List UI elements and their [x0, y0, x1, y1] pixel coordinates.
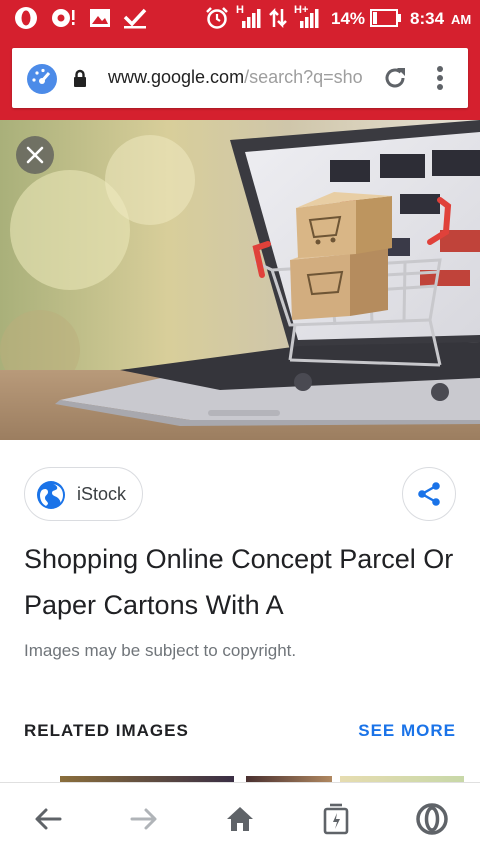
url-path: /search?q=sho	[244, 67, 363, 87]
forward-arrow-icon	[130, 807, 158, 831]
close-icon	[26, 146, 44, 164]
battery-icon	[370, 7, 402, 29]
menu-icon[interactable]	[430, 65, 450, 91]
download-complete-icon	[120, 7, 150, 29]
share-icon	[416, 481, 442, 507]
home-icon	[226, 806, 254, 832]
gallery-notification-icon	[88, 7, 112, 29]
lock-icon	[72, 68, 88, 88]
copyright-notice: Images may be subject to copyright.	[24, 641, 297, 660]
back-button[interactable]	[28, 799, 68, 839]
tabs-button[interactable]	[316, 799, 356, 839]
home-button[interactable]	[220, 799, 260, 839]
bottom-navigation	[0, 782, 480, 854]
status-bar: H H+ 14% 8:34 AM	[0, 0, 480, 36]
network-type-2: H+	[294, 4, 309, 16]
preview-image[interactable]	[0, 120, 480, 440]
reload-icon[interactable]	[382, 65, 408, 91]
battery-percentage: 14%	[331, 9, 366, 28]
tabs-icon	[322, 803, 350, 835]
opera-icon	[416, 803, 448, 835]
url-host: www.google.com	[108, 67, 245, 87]
address-bar[interactable]: www.google.com/search?q=sho	[12, 48, 468, 108]
related-images-heading: RELATED IMAGES	[24, 721, 189, 740]
image-title[interactable]: Shopping Online Concept Parcel Or Paper …	[24, 536, 464, 628]
opera-notification-icon	[12, 7, 40, 29]
chat-notification-icon	[50, 7, 78, 29]
clock-ampm: AM	[451, 12, 472, 27]
source-chip[interactable]: iStock	[24, 467, 143, 521]
close-button[interactable]	[16, 136, 54, 174]
share-button[interactable]	[402, 467, 456, 521]
forward-button[interactable]	[124, 799, 164, 839]
network-type-1: H	[236, 4, 244, 16]
alarm-icon	[204, 7, 230, 29]
clock-time: 8:34	[410, 9, 445, 28]
browser-toolbar: www.google.com/search?q=sho	[0, 36, 480, 120]
back-arrow-icon	[34, 807, 62, 831]
see-more-link[interactable]: SEE MORE	[358, 721, 456, 741]
globe-icon	[36, 480, 66, 510]
data-transfer-icon	[268, 7, 288, 29]
url-text[interactable]: www.google.com/search?q=sho	[108, 67, 376, 88]
speed-dial-icon[interactable]	[26, 63, 58, 95]
opera-menu-button[interactable]	[412, 799, 452, 839]
source-name: iStock	[77, 484, 127, 504]
